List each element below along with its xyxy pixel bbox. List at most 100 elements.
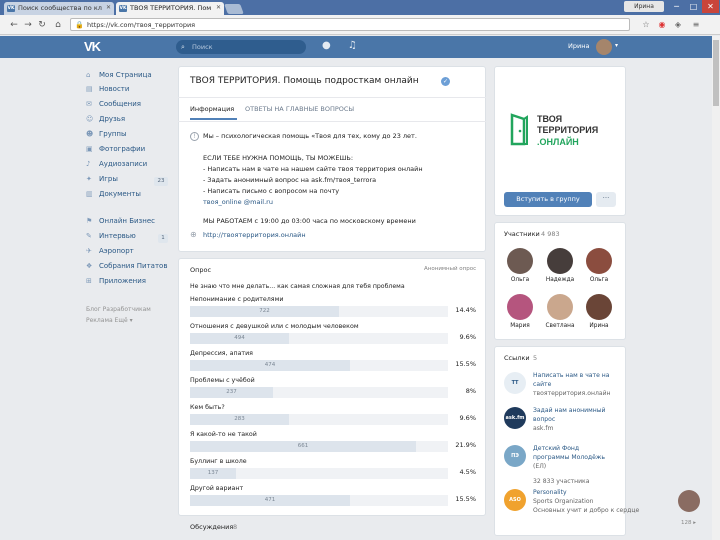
poll-option-percent: 21.9% bbox=[455, 441, 476, 449]
reload-icon[interactable]: ↻ bbox=[36, 18, 48, 32]
vk-logo[interactable]: VK bbox=[84, 39, 101, 54]
discussions-label[interactable]: Обсуждения bbox=[190, 523, 233, 531]
link-text[interactable]: вопрос bbox=[533, 416, 555, 423]
sidebar-item-label: Фотографии bbox=[99, 145, 146, 153]
member-avatar[interactable] bbox=[507, 248, 533, 274]
chevron-down-icon[interactable]: ▾ bbox=[615, 42, 618, 49]
menu-icon[interactable]: ≡ bbox=[690, 19, 702, 30]
star-icon[interactable]: ☆ bbox=[640, 19, 652, 30]
sidebar-item[interactable]: ✉ Сообщения bbox=[86, 98, 141, 111]
window-maximize-button[interactable]: □ bbox=[685, 0, 702, 13]
sidebar-item[interactable]: ♪ Аудиозаписи bbox=[86, 158, 147, 171]
sidebar-item-label: Друзья bbox=[99, 115, 126, 123]
member-avatar[interactable] bbox=[586, 248, 612, 274]
sidebar-item[interactable]: ✎ Интервью bbox=[86, 230, 136, 243]
member-name[interactable]: Мария bbox=[500, 323, 540, 329]
header-avatar[interactable] bbox=[596, 39, 612, 55]
chat-count[interactable]: 128 ▸ bbox=[681, 520, 696, 526]
window-close-button[interactable]: ✕ bbox=[702, 0, 719, 13]
tab-information[interactable]: Информация bbox=[190, 105, 234, 113]
member-avatar[interactable] bbox=[547, 294, 573, 320]
link-text[interactable]: Задай нам анонимный bbox=[533, 407, 605, 414]
page-scrollbar[interactable] bbox=[712, 36, 720, 540]
address-bar[interactable]: 🔒 https://vk.com/твоя_территория bbox=[70, 18, 630, 31]
sidebar-item[interactable]: ▤ Новости bbox=[86, 83, 129, 96]
extension-icon[interactable]: ◉ bbox=[656, 19, 668, 30]
join-group-button[interactable]: Вступить в группу bbox=[504, 192, 592, 207]
links-count: 5 bbox=[533, 354, 538, 362]
member-name[interactable]: Ольга bbox=[500, 277, 540, 283]
extension-icon[interactable]: ◈ bbox=[672, 19, 684, 30]
sidebar-item[interactable]: ✦ Игры bbox=[86, 173, 118, 186]
new-tab-button[interactable] bbox=[224, 4, 244, 14]
link-logo[interactable]: ASO bbox=[504, 489, 526, 511]
search-input[interactable]: ⌕ Поиск bbox=[176, 40, 306, 54]
header-user-name[interactable]: Ирина bbox=[568, 42, 589, 50]
sidebar-item[interactable]: ⌂ Моя Страница bbox=[86, 69, 152, 82]
description-line: - Написать письмо с вопросом на почту bbox=[203, 187, 340, 195]
member-name[interactable]: Ольга bbox=[579, 277, 619, 283]
poll-option-percent: 15.5% bbox=[455, 360, 476, 368]
sidebar-item[interactable]: ⚑ Онлайн Бизнес bbox=[86, 215, 155, 228]
description-line: ЕСЛИ ТЕБЕ НУЖНА ПОМОЩЬ, ТЫ МОЖЕШЬ: bbox=[203, 154, 354, 162]
tab-faq[interactable]: ОТВЕТЫ НА ГЛАВНЫЕ ВОПРОСЫ bbox=[245, 105, 354, 113]
sidebar-item-label: Новости bbox=[99, 85, 130, 93]
verified-icon: ✓ bbox=[441, 77, 450, 86]
tab-close-icon[interactable]: ✕ bbox=[106, 4, 111, 11]
home-button-icon[interactable]: ⌂ bbox=[52, 18, 64, 32]
email-link[interactable]: твоя_online @mail.ru bbox=[203, 198, 273, 206]
browser-tab-active[interactable]: VK ТВОЯ ТЕРРИТОРИЯ. Пом ✕ bbox=[116, 2, 224, 15]
back-icon[interactable]: ← bbox=[8, 18, 20, 32]
tab-title: Поиск сообщества по кл bbox=[18, 4, 102, 12]
link-text[interactable]: сайте bbox=[533, 381, 551, 388]
forward-icon[interactable]: → bbox=[22, 18, 34, 32]
browser-profile-chip[interactable]: Ирина bbox=[624, 1, 664, 12]
sidebar-item[interactable]: ▥ Документы bbox=[86, 188, 141, 201]
link-logo[interactable]: ТТ bbox=[504, 372, 526, 394]
sidebar-item[interactable]: ▣ Фотографии bbox=[86, 143, 145, 156]
documents-icon: ▥ bbox=[86, 190, 93, 198]
website-link[interactable]: http://твоятерритория.онлайн bbox=[203, 231, 306, 239]
member-name[interactable]: Надежда bbox=[540, 277, 580, 283]
more-actions-button[interactable]: ··· bbox=[596, 192, 616, 207]
sidebar-item[interactable]: ✈ Аэропорт bbox=[86, 245, 134, 258]
member-name[interactable]: Светлана bbox=[540, 323, 580, 329]
members-label[interactable]: Участники bbox=[504, 230, 540, 238]
description-line: - Написать нам в чате на нашем сайте тво… bbox=[203, 165, 423, 173]
poll-option-label: Буллинг в школе bbox=[190, 458, 247, 465]
airport-icon: ✈ bbox=[86, 247, 92, 255]
apps-icon: ⊞ bbox=[86, 277, 92, 285]
news-icon: ▤ bbox=[86, 85, 93, 93]
poll-option-percent: 15.5% bbox=[455, 495, 476, 503]
chat-avatar[interactable] bbox=[678, 490, 700, 512]
notifications-bell-icon[interactable]: ● bbox=[322, 40, 331, 51]
link-text[interactable]: Детский Фонд bbox=[533, 445, 579, 452]
member-avatar[interactable] bbox=[586, 294, 612, 320]
sidebar-item-label: Сообщения bbox=[99, 100, 142, 108]
window-minimize-button[interactable]: ─ bbox=[668, 0, 685, 13]
member-avatar[interactable] bbox=[547, 248, 573, 274]
photos-icon: ▣ bbox=[86, 145, 93, 153]
sidebar-item[interactable]: ☺ Друзья bbox=[86, 113, 125, 126]
tab-close-icon[interactable]: ✕ bbox=[216, 4, 221, 11]
scrollbar-thumb[interactable] bbox=[713, 40, 719, 106]
browser-tab-search[interactable]: VK Поиск сообщества по кл ✕ bbox=[4, 2, 114, 15]
poll-option-label: Проблемы с учёбой bbox=[190, 377, 255, 384]
sidebar-item-label: Группы bbox=[99, 130, 127, 138]
sidebar-item[interactable]: ⊞ Приложения bbox=[86, 275, 146, 288]
sidebar-item[interactable]: ☻ Группы bbox=[86, 128, 127, 141]
link-text[interactable]: Personality bbox=[533, 489, 567, 496]
footer-links[interactable]: Блог Разработчикам bbox=[86, 306, 151, 313]
sidebar-item[interactable]: ❖ Собрания Питатов bbox=[86, 260, 167, 273]
link-logo[interactable]: ПЭ bbox=[504, 445, 526, 467]
link-text[interactable]: Написать нам в чате на bbox=[533, 372, 610, 379]
links-label[interactable]: Ссылки bbox=[504, 354, 530, 362]
member-avatar[interactable] bbox=[507, 294, 533, 320]
footer-links[interactable]: Реклама Ещё ▾ bbox=[86, 317, 133, 324]
link-text[interactable]: программы Молодёжь bbox=[533, 454, 605, 461]
logo-text: ТЕРРИТОРИЯ bbox=[537, 125, 599, 135]
link-logo[interactable]: ask.fm bbox=[504, 407, 526, 429]
music-icon[interactable]: ♫ bbox=[348, 40, 357, 51]
member-name[interactable]: Ирина bbox=[579, 323, 619, 329]
search-icon: ⌕ bbox=[181, 43, 185, 51]
